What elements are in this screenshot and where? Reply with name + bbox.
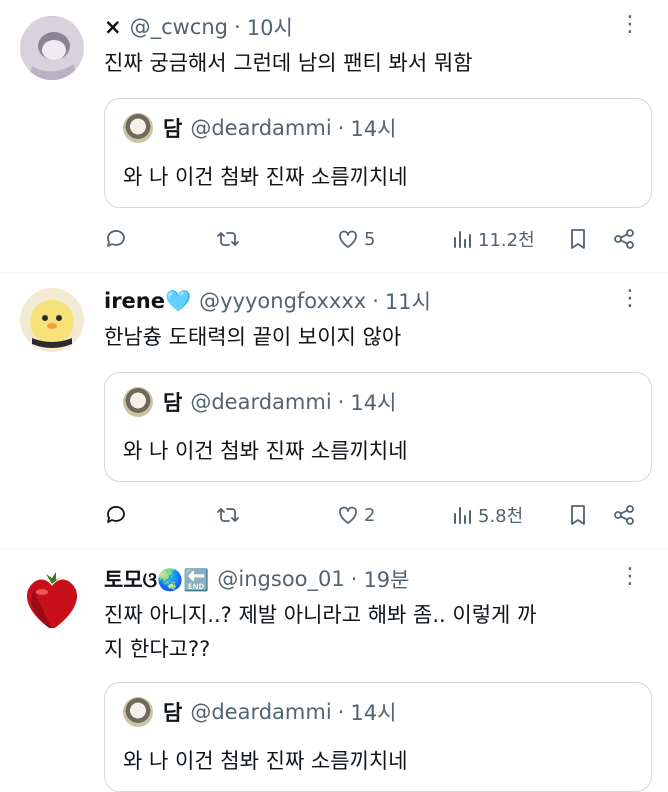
display-name[interactable]: 토모ଓ🌏🔚 — [104, 564, 209, 594]
display-name[interactable]: × — [104, 15, 122, 39]
separator-dot: · — [234, 15, 241, 39]
timestamp[interactable]: 11시 — [385, 286, 431, 316]
more-options-icon[interactable]: ⋮ — [619, 12, 642, 37]
separator-dot: · — [372, 289, 379, 313]
share-icon — [614, 505, 634, 525]
handle[interactable]: @ingsoo_01 — [217, 567, 344, 591]
quote-display-name: 담 — [163, 701, 183, 725]
quote-header: 담 @deardammi · 14시 — [123, 113, 396, 143]
share-button[interactable] — [612, 500, 636, 530]
quote-timestamp: 14시 — [350, 391, 397, 415]
quote-header: 담 @deardammi · 14시 — [123, 697, 396, 727]
quote-text: 와 나 이건 첨봐 진짜 소름끼치네 — [123, 165, 408, 189]
reply-button[interactable] — [104, 500, 128, 530]
repost-button[interactable] — [216, 224, 240, 254]
timestamp[interactable]: 19분 — [363, 564, 409, 594]
handle[interactable]: @_cwcng — [130, 15, 228, 39]
timestamp[interactable]: 10시 — [247, 12, 293, 42]
view-count: 5.8천 — [478, 506, 524, 527]
views-button[interactable]: 5.8천 — [450, 500, 523, 530]
post-text: 한남츙 도태력의 끝이 보이지 않아 — [104, 325, 402, 349]
avatar-image — [20, 288, 84, 352]
divider — [0, 272, 668, 273]
action-bar: 2 5.8천 — [104, 500, 644, 530]
views-chart-icon — [454, 507, 471, 524]
share-icon — [614, 229, 634, 249]
quote-handle: @deardammi — [190, 390, 332, 414]
like-count: 5 — [364, 228, 376, 250]
divider — [0, 548, 668, 549]
quote-avatar — [123, 113, 153, 143]
separator-dot: · — [337, 390, 345, 414]
quote-timestamp: 14시 — [350, 117, 397, 141]
heart-tomato-avatar-image — [26, 572, 78, 628]
post[interactable]: 토모ଓ🌏🔚 @ingsoo_01 · 19분 ⋮ 진짜 아니지..? 제발 아니… — [0, 550, 668, 792]
reply-icon — [107, 230, 125, 247]
quoted-post[interactable]: 담 @deardammi · 14시 와 나 이건 첨봐 진짜 소름끼치네 — [104, 682, 652, 792]
quote-handle: @deardammi — [190, 700, 332, 724]
bookmark-button[interactable] — [566, 224, 590, 254]
quoted-post[interactable]: 담 @deardammi · 14시 와 나 이건 첨봐 진짜 소름끼치네 — [104, 98, 652, 208]
more-options-icon[interactable]: ⋮ — [619, 564, 642, 589]
reply-button[interactable] — [104, 224, 128, 254]
post-text: 진짜 아니지..? 제발 아니라고 해봐 좀.. 이렇게 까지 한다고?? — [104, 603, 537, 661]
quoted-post[interactable]: 담 @deardammi · 14시 와 나 이건 첨봐 진짜 소름끼치네 — [104, 372, 652, 482]
bookmark-icon — [571, 505, 585, 525]
post-text: 진짜 궁금해서 그런데 남의 팬티 봐서 뭐함 — [104, 51, 473, 75]
separator-dot: · — [350, 567, 358, 591]
quote-timestamp: 14시 — [350, 701, 397, 725]
quote-text: 와 나 이건 첨봐 진짜 소름끼치네 — [123, 749, 408, 773]
post-header: × @_cwcng · 10시 — [104, 12, 293, 42]
quote-avatar — [123, 387, 153, 417]
post[interactable]: × @_cwcng · 10시 ⋮ 진짜 궁금해서 그런데 남의 팬티 봐서 뭐… — [0, 0, 668, 270]
separator-dot: · — [337, 700, 345, 724]
post-header: irene🩵 @yyyongfoxxxx · 11시 — [104, 286, 431, 316]
post[interactable]: irene🩵 @yyyongfoxxxx · 11시 ⋮ 한남츙 도태력의 끝이… — [0, 274, 668, 546]
post-header: 토모ଓ🌏🔚 @ingsoo_01 · 19분 — [104, 564, 409, 594]
reply-icon — [107, 506, 125, 523]
display-name[interactable]: irene🩵 — [104, 289, 191, 314]
view-count: 11.2천 — [478, 230, 535, 251]
repost-icon — [217, 232, 239, 246]
avatar[interactable] — [20, 564, 84, 628]
quote-handle: @deardammi — [190, 116, 332, 140]
avatar[interactable] — [20, 16, 84, 80]
bookmark-icon — [571, 229, 585, 249]
share-button[interactable] — [612, 224, 636, 254]
repost-icon — [217, 508, 239, 522]
avatar[interactable] — [20, 288, 84, 352]
quote-avatar — [123, 697, 153, 727]
separator-dot: · — [337, 116, 345, 140]
bookmark-button[interactable] — [566, 500, 590, 530]
more-options-icon[interactable]: ⋮ — [619, 286, 642, 311]
views-chart-icon — [454, 231, 471, 248]
like-button[interactable]: 2 — [336, 500, 375, 530]
avatar-image — [20, 16, 84, 80]
like-button[interactable]: 5 — [336, 224, 375, 254]
like-count: 2 — [364, 504, 376, 526]
views-button[interactable]: 11.2천 — [450, 224, 535, 254]
heart-icon — [339, 230, 357, 248]
action-bar: 5 11.2천 — [104, 224, 644, 254]
heart-icon — [339, 506, 357, 524]
quote-header: 담 @deardammi · 14시 — [123, 387, 396, 417]
handle[interactable]: @yyyongfoxxxx — [199, 289, 366, 313]
quote-text: 와 나 이건 첨봐 진짜 소름끼치네 — [123, 439, 408, 463]
quote-display-name: 담 — [163, 391, 183, 415]
quote-display-name: 담 — [163, 117, 183, 141]
repost-button[interactable] — [216, 500, 240, 530]
